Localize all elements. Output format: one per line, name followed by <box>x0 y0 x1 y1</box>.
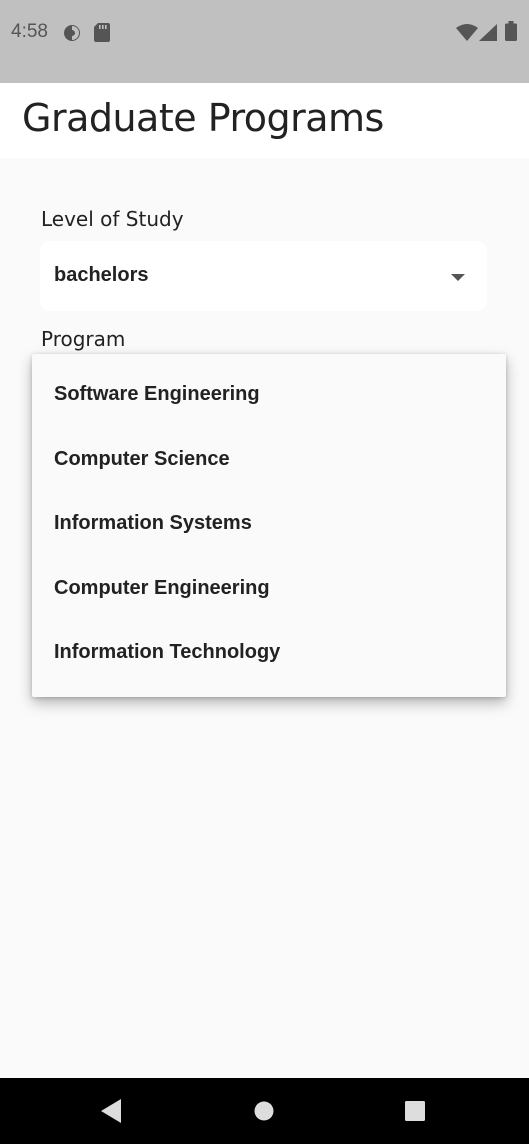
battery-icon <box>505 21 517 45</box>
menu-item-computer-science[interactable]: Computer Science <box>32 429 506 493</box>
menu-item-label: Computer Engineering <box>54 577 270 599</box>
program-dropdown-menu: Software Engineering Computer Science In… <box>32 354 506 697</box>
wifi-icon <box>456 24 478 45</box>
menu-item-label: Computer Science <box>54 448 230 470</box>
level-of-study-value: bachelors <box>54 264 149 286</box>
menu-item-label: Information Systems <box>54 512 252 534</box>
home-icon[interactable] <box>253 1100 279 1126</box>
status-time: 4:58 <box>11 21 48 42</box>
chevron-down-icon <box>451 274 465 281</box>
level-of-study-dropdown[interactable]: bachelors <box>40 241 487 311</box>
menu-item-label: Information Technology <box>54 641 281 663</box>
sd-card-icon <box>94 23 110 46</box>
signal-icon <box>479 24 497 45</box>
program-label: Program <box>41 327 126 351</box>
menu-item-computer-engineering[interactable]: Computer Engineering <box>32 558 506 622</box>
menu-item-information-systems[interactable]: Information Systems <box>32 493 506 557</box>
status-bar: 4:58 <box>0 0 529 83</box>
navigation-bar <box>0 1078 529 1144</box>
menu-item-software-engineering[interactable]: Software Engineering <box>32 364 506 428</box>
level-of-study-label: Level of Study <box>41 207 184 231</box>
recents-icon[interactable] <box>404 1100 430 1126</box>
page-title: Graduate Programs <box>22 96 384 140</box>
menu-item-information-technology[interactable]: Information Technology <box>32 622 506 686</box>
data-saver-icon <box>62 23 82 47</box>
back-icon[interactable] <box>99 1098 125 1124</box>
menu-item-label: Software Engineering <box>54 383 260 405</box>
